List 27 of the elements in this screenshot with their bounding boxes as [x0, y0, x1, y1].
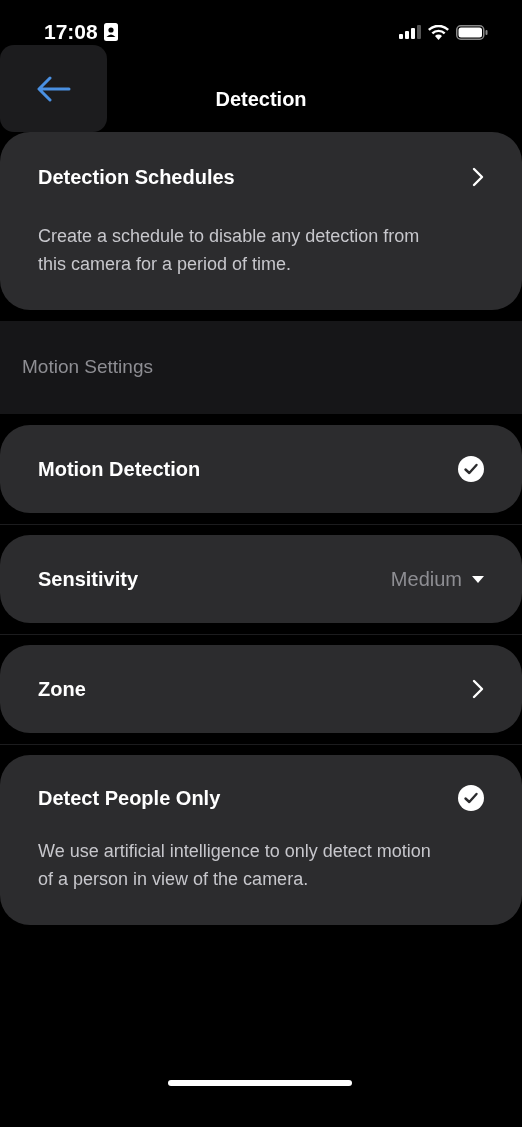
section-header: Motion Settings	[22, 355, 153, 380]
settings-row[interactable]: Motion Detection	[0, 425, 522, 513]
battery-icon	[456, 24, 488, 40]
back-arrow-icon	[36, 75, 71, 102]
status-time: 17:08	[44, 19, 98, 46]
row-label: Motion Detection	[38, 457, 201, 482]
checkmark-icon[interactable]	[458, 785, 484, 811]
row-label: Zone	[38, 677, 86, 702]
chevron-right-icon	[472, 167, 484, 187]
row-description: We use artificial intelligence to only detect motion of a person in view of the camera.	[38, 840, 432, 891]
settings-row[interactable]: Detect People Only We use artificial intelligence to only detect motion of a person in view of the camera.	[0, 755, 522, 925]
chevron-right-icon	[472, 679, 484, 699]
signal-icon	[399, 25, 421, 39]
schedules-card[interactable]: Detection Schedules Create a schedule to disable any detection from this camera for a period of time.	[0, 132, 522, 310]
sensitivity-value: Medium	[390, 567, 462, 592]
settings-row[interactable]: Sensitivity Medium	[0, 535, 522, 623]
checkmark-icon[interactable]	[458, 456, 484, 482]
schedules-title: Detection Schedules	[38, 165, 235, 190]
page-title: Detection	[215, 87, 307, 112]
row-label: Detect People Only	[38, 786, 221, 811]
id-card-icon	[103, 23, 118, 41]
row-label: Sensitivity	[38, 567, 139, 592]
schedules-description: Create a schedule to disable any detection from this camera for a period of time.	[38, 225, 421, 276]
settings-row[interactable]: Zone	[0, 645, 522, 733]
dropdown-caret-icon	[472, 575, 484, 583]
back-button[interactable]	[0, 45, 107, 132]
wifi-icon	[428, 24, 449, 40]
